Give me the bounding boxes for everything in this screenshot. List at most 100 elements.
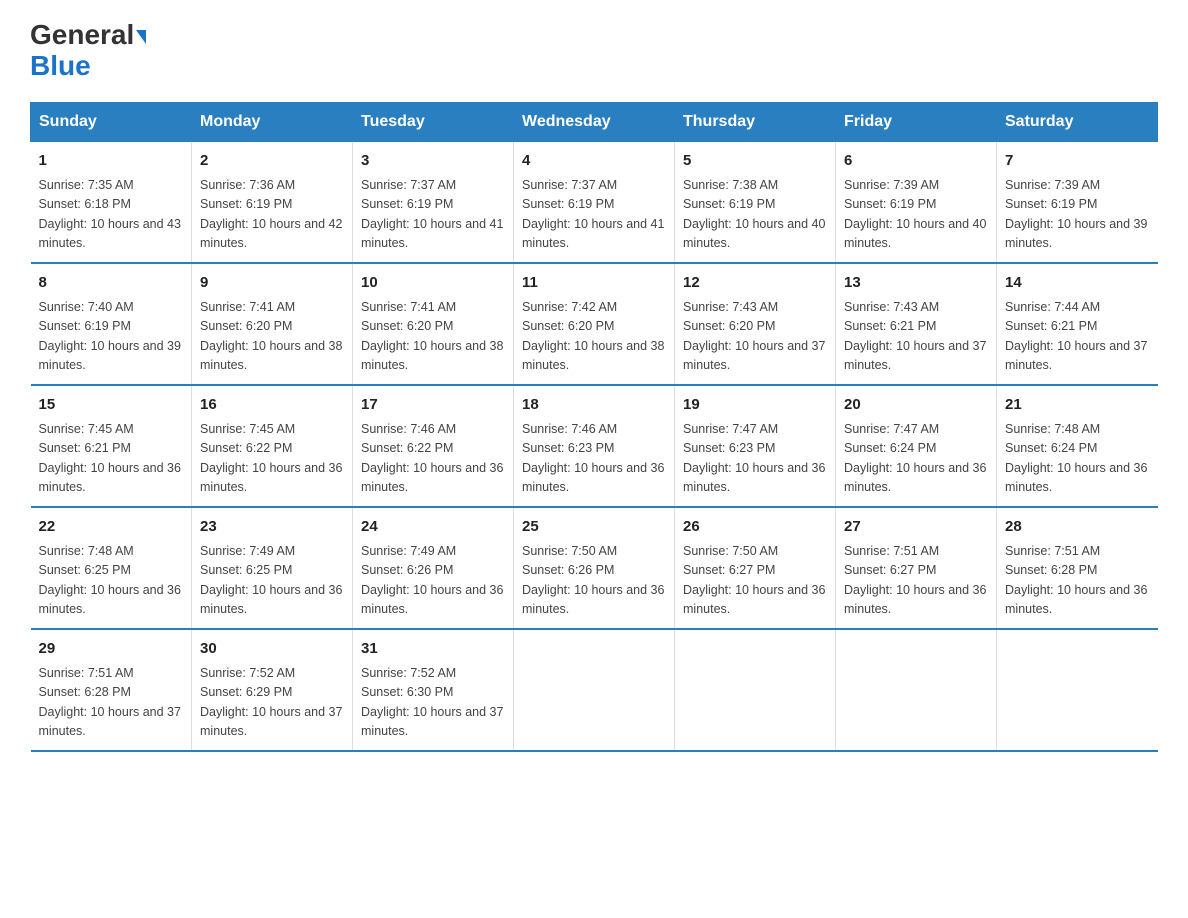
day-info: Sunrise: 7:52 AMSunset: 6:29 PMDaylight:…	[200, 664, 344, 742]
calendar-cell: 13Sunrise: 7:43 AMSunset: 6:21 PMDayligh…	[836, 263, 997, 385]
day-number: 31	[361, 638, 505, 661]
calendar-cell: 26Sunrise: 7:50 AMSunset: 6:27 PMDayligh…	[675, 507, 836, 629]
day-info: Sunrise: 7:46 AMSunset: 6:22 PMDaylight:…	[361, 420, 505, 498]
day-info: Sunrise: 7:39 AMSunset: 6:19 PMDaylight:…	[844, 176, 988, 254]
day-info: Sunrise: 7:40 AMSunset: 6:19 PMDaylight:…	[39, 298, 184, 376]
day-info: Sunrise: 7:51 AMSunset: 6:28 PMDaylight:…	[39, 664, 184, 742]
day-info: Sunrise: 7:46 AMSunset: 6:23 PMDaylight:…	[522, 420, 666, 498]
day-number: 4	[522, 150, 666, 173]
day-info: Sunrise: 7:43 AMSunset: 6:21 PMDaylight:…	[844, 298, 988, 376]
day-info: Sunrise: 7:35 AMSunset: 6:18 PMDaylight:…	[39, 176, 184, 254]
logo: General Blue	[30, 20, 146, 82]
day-number: 29	[39, 638, 184, 661]
day-number: 28	[1005, 516, 1150, 539]
day-number: 24	[361, 516, 505, 539]
day-info: Sunrise: 7:43 AMSunset: 6:20 PMDaylight:…	[683, 298, 827, 376]
logo-blue: Blue	[30, 50, 91, 81]
week-row-1: 1 Sunrise: 7:35 AMSunset: 6:18 PMDaylight…	[31, 141, 1158, 263]
day-number: 23	[200, 516, 344, 539]
header-day-saturday: Saturday	[997, 102, 1158, 141]
logo-text: General Blue	[30, 20, 146, 82]
calendar-cell: 29 Sunrise: 7:51 AMSunset: 6:28 PMDayligh…	[31, 629, 192, 751]
day-info: Sunrise: 7:41 AMSunset: 6:20 PMDaylight:…	[200, 298, 344, 376]
day-number: 1	[39, 150, 184, 173]
header-day-thursday: Thursday	[675, 102, 836, 141]
page-header: General Blue	[30, 20, 1158, 82]
day-info: Sunrise: 7:49 AMSunset: 6:25 PMDaylight:…	[200, 542, 344, 620]
calendar-cell	[997, 629, 1158, 751]
header-day-sunday: Sunday	[31, 102, 192, 141]
header-row: SundayMondayTuesdayWednesdayThursdayFrid…	[31, 102, 1158, 141]
day-number: 12	[683, 272, 827, 295]
calendar-cell: 22 Sunrise: 7:48 AMSunset: 6:25 PMDayligh…	[31, 507, 192, 629]
calendar-cell: 3Sunrise: 7:37 AMSunset: 6:19 PMDaylight…	[353, 141, 514, 263]
day-number: 5	[683, 150, 827, 173]
week-row-3: 15 Sunrise: 7:45 AMSunset: 6:21 PMDayligh…	[31, 385, 1158, 507]
calendar-cell: 4 Sunrise: 7:37 AMSunset: 6:19 PMDaylight…	[514, 141, 675, 263]
day-number: 25	[522, 516, 666, 539]
logo-general: General	[30, 19, 134, 50]
calendar-cell: 16Sunrise: 7:45 AMSunset: 6:22 PMDayligh…	[192, 385, 353, 507]
calendar-cell: 21 Sunrise: 7:48 AMSunset: 6:24 PMDayligh…	[997, 385, 1158, 507]
day-info: Sunrise: 7:49 AMSunset: 6:26 PMDaylight:…	[361, 542, 505, 620]
day-info: Sunrise: 7:48 AMSunset: 6:25 PMDaylight:…	[39, 542, 184, 620]
day-number: 22	[39, 516, 184, 539]
header-day-tuesday: Tuesday	[353, 102, 514, 141]
calendar-cell: 20Sunrise: 7:47 AMSunset: 6:24 PMDayligh…	[836, 385, 997, 507]
calendar-cell: 23 Sunrise: 7:49 AMSunset: 6:25 PMDayligh…	[192, 507, 353, 629]
day-number: 27	[844, 516, 988, 539]
day-info: Sunrise: 7:50 AMSunset: 6:27 PMDaylight:…	[683, 542, 827, 620]
calendar-body: 1 Sunrise: 7:35 AMSunset: 6:18 PMDaylight…	[31, 141, 1158, 751]
day-info: Sunrise: 7:42 AMSunset: 6:20 PMDaylight:…	[522, 298, 666, 376]
day-number: 19	[683, 394, 827, 417]
day-info: Sunrise: 7:37 AMSunset: 6:19 PMDaylight:…	[361, 176, 505, 254]
header-day-friday: Friday	[836, 102, 997, 141]
calendar-cell: 17 Sunrise: 7:46 AMSunset: 6:22 PMDayligh…	[353, 385, 514, 507]
calendar-cell: 11 Sunrise: 7:42 AMSunset: 6:20 PMDayligh…	[514, 263, 675, 385]
day-number: 18	[522, 394, 666, 417]
day-info: Sunrise: 7:48 AMSunset: 6:24 PMDaylight:…	[1005, 420, 1150, 498]
day-number: 16	[200, 394, 344, 417]
calendar-cell: 8Sunrise: 7:40 AMSunset: 6:19 PMDaylight…	[31, 263, 192, 385]
calendar-cell: 28 Sunrise: 7:51 AMSunset: 6:28 PMDayligh…	[997, 507, 1158, 629]
calendar-cell	[836, 629, 997, 751]
calendar-cell: 31 Sunrise: 7:52 AMSunset: 6:30 PMDayligh…	[353, 629, 514, 751]
day-info: Sunrise: 7:47 AMSunset: 6:24 PMDaylight:…	[844, 420, 988, 498]
day-number: 14	[1005, 272, 1150, 295]
day-info: Sunrise: 7:39 AMSunset: 6:19 PMDaylight:…	[1005, 176, 1150, 254]
day-info: Sunrise: 7:36 AMSunset: 6:19 PMDaylight:…	[200, 176, 344, 254]
calendar-cell: 2Sunrise: 7:36 AMSunset: 6:19 PMDaylight…	[192, 141, 353, 263]
calendar-cell: 12 Sunrise: 7:43 AMSunset: 6:20 PMDayligh…	[675, 263, 836, 385]
day-info: Sunrise: 7:45 AMSunset: 6:21 PMDaylight:…	[39, 420, 184, 498]
calendar-cell: 6Sunrise: 7:39 AMSunset: 6:19 PMDaylight…	[836, 141, 997, 263]
day-number: 7	[1005, 150, 1150, 173]
day-number: 30	[200, 638, 344, 661]
day-number: 9	[200, 272, 344, 295]
calendar-cell: 24 Sunrise: 7:49 AMSunset: 6:26 PMDayligh…	[353, 507, 514, 629]
calendar-cell: 7 Sunrise: 7:39 AMSunset: 6:19 PMDaylight…	[997, 141, 1158, 263]
day-info: Sunrise: 7:51 AMSunset: 6:28 PMDaylight:…	[1005, 542, 1150, 620]
calendar-cell: 25Sunrise: 7:50 AMSunset: 6:26 PMDayligh…	[514, 507, 675, 629]
day-number: 21	[1005, 394, 1150, 417]
day-number: 11	[522, 272, 666, 295]
week-row-4: 22 Sunrise: 7:48 AMSunset: 6:25 PMDayligh…	[31, 507, 1158, 629]
logo-triangle-icon	[136, 30, 146, 44]
calendar-table: SundayMondayTuesdayWednesdayThursdayFrid…	[30, 102, 1158, 752]
calendar-cell: 18 Sunrise: 7:46 AMSunset: 6:23 PMDayligh…	[514, 385, 675, 507]
calendar-cell: 27Sunrise: 7:51 AMSunset: 6:27 PMDayligh…	[836, 507, 997, 629]
day-number: 17	[361, 394, 505, 417]
day-number: 15	[39, 394, 184, 417]
day-info: Sunrise: 7:38 AMSunset: 6:19 PMDaylight:…	[683, 176, 827, 254]
day-info: Sunrise: 7:37 AMSunset: 6:19 PMDaylight:…	[522, 176, 666, 254]
calendar-cell: 19 Sunrise: 7:47 AMSunset: 6:23 PMDayligh…	[675, 385, 836, 507]
header-day-wednesday: Wednesday	[514, 102, 675, 141]
day-info: Sunrise: 7:47 AMSunset: 6:23 PMDaylight:…	[683, 420, 827, 498]
calendar-header: SundayMondayTuesdayWednesdayThursdayFrid…	[31, 102, 1158, 141]
week-row-2: 8Sunrise: 7:40 AMSunset: 6:19 PMDaylight…	[31, 263, 1158, 385]
calendar-cell	[675, 629, 836, 751]
calendar-cell: 1 Sunrise: 7:35 AMSunset: 6:18 PMDaylight…	[31, 141, 192, 263]
day-number: 10	[361, 272, 505, 295]
calendar-cell: 5 Sunrise: 7:38 AMSunset: 6:19 PMDaylight…	[675, 141, 836, 263]
day-info: Sunrise: 7:52 AMSunset: 6:30 PMDaylight:…	[361, 664, 505, 742]
calendar-cell: 30 Sunrise: 7:52 AMSunset: 6:29 PMDayligh…	[192, 629, 353, 751]
